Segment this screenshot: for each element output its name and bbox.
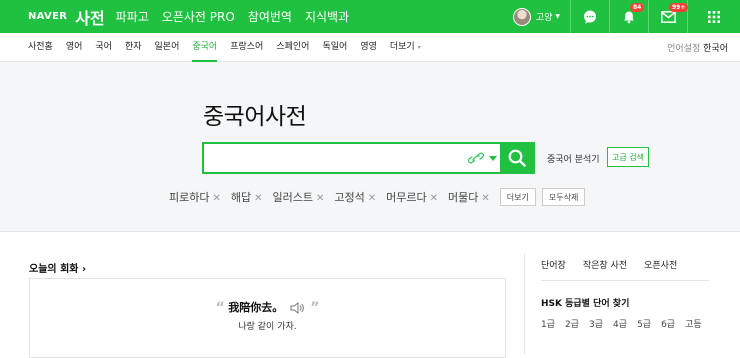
menu-knowledge-encyclopedia[interactable]: 지식백과: [305, 8, 349, 25]
chevron-down-icon: ▼: [555, 13, 560, 20]
language-setting[interactable]: 언어설정 한국어: [667, 41, 728, 54]
nav-german[interactable]: 독일어: [322, 33, 347, 62]
recent-search-item[interactable]: 머물다 ✕: [448, 189, 490, 205]
language-setting-label: 언어설정: [667, 43, 701, 54]
mail-button[interactable]: 99+: [649, 0, 689, 33]
service-menu: 파파고 오픈사전 PRO 참여번역 지식백과: [116, 8, 362, 25]
today-conversation-card: “ 我陪你去。 ” 나랑 같이 가자.: [29, 278, 506, 358]
search-area: 중국어사전 중국어 분석기 고급 검색 피로하다 ✕ 해답 ✕ 일러스트 ✕ 고정석: [0, 62, 740, 232]
mail-icon: [660, 10, 676, 23]
tab-mini-dictionary[interactable]: 작은창 사전: [583, 258, 627, 271]
mail-count-badge: 99+: [669, 3, 689, 12]
menu-open-dict-pro[interactable]: 오픈사전 PRO: [162, 8, 235, 25]
link-icon: [468, 152, 484, 164]
notification-count-badge: 84: [630, 3, 645, 12]
nav-english-english[interactable]: 영영: [360, 33, 377, 62]
divider: [524, 254, 525, 354]
close-icon[interactable]: ✕: [254, 193, 262, 204]
avatar: [512, 7, 531, 26]
close-icon[interactable]: ✕: [368, 193, 376, 204]
caret-down-icon: [489, 155, 497, 161]
chinese-analyzer-link[interactable]: 중국어 분석기: [547, 152, 600, 165]
speaker-icon[interactable]: [290, 302, 304, 314]
hsk-level-link[interactable]: 3급: [589, 317, 603, 330]
recent-search-item[interactable]: 일러스트 ✕: [273, 189, 325, 205]
conversation-chinese-line: “ 我陪你去。 ”: [30, 299, 505, 316]
top-right-tools: 고양 ▼ 84 99+: [512, 0, 740, 33]
chevron-right-icon: ›: [81, 264, 87, 275]
nav-english[interactable]: 영어: [66, 33, 83, 62]
recent-search-item[interactable]: 해답 ✕: [231, 189, 263, 205]
conversation-korean: 나랑 같이 가자.: [238, 322, 297, 332]
apps-grid-icon: [708, 10, 720, 23]
nav-spanish[interactable]: 스페인어: [276, 33, 309, 62]
recent-search-item[interactable]: 머무르다 ✕: [386, 189, 438, 205]
hsk-level-link[interactable]: 1급: [541, 317, 555, 330]
advanced-search-button[interactable]: 고급 검색: [607, 147, 649, 167]
tab-wordbook[interactable]: 단어장: [541, 258, 566, 271]
hsk-level-link[interactable]: 2급: [565, 317, 579, 330]
hsk-level-link[interactable]: 고등: [685, 317, 702, 330]
recent-search-item[interactable]: 피로하다 ✕: [169, 189, 221, 205]
nav-korean[interactable]: 국어: [95, 33, 112, 62]
nav-japanese[interactable]: 일본어: [155, 33, 180, 62]
close-icon[interactable]: ✕: [316, 193, 324, 204]
chevron-down-icon: ▾: [417, 43, 421, 51]
notification-button[interactable]: 84: [610, 0, 648, 33]
nav-french[interactable]: 프랑스어: [230, 33, 263, 62]
user-name: 고양: [535, 13, 553, 23]
dictionary-home-link[interactable]: 사전: [75, 5, 104, 29]
conversation-chinese: 我陪你去。: [228, 301, 284, 314]
page-title: 중국어사전: [203, 104, 307, 130]
recent-search-item[interactable]: 고정석 ✕: [334, 189, 376, 205]
nav-hanja[interactable]: 한자: [125, 33, 142, 62]
recent-searches: 피로하다 ✕ 해답 ✕ 일러스트 ✕ 고정석 ✕ 머무르다 ✕ 머물다 ✕ 더보기 모두삭제: [169, 187, 591, 207]
hsk-level-link[interactable]: 4급: [613, 317, 627, 330]
open-quote-icon: “: [215, 300, 225, 316]
main-content: 오늘의 회화 › “ 我陪你去。 ” 나랑 같이 가자. 단어장 작은창 사전 …: [0, 232, 740, 358]
search-option-dropdown[interactable]: [486, 144, 500, 172]
close-icon[interactable]: ✕: [430, 193, 438, 204]
user-menu[interactable]: 고양 ▼: [512, 7, 560, 26]
nav-dict-home[interactable]: 사전홈: [28, 33, 53, 62]
search-button[interactable]: [500, 144, 533, 172]
menu-participation-translation[interactable]: 참여번역: [248, 8, 292, 25]
search-icon: [508, 149, 526, 167]
menu-papago[interactable]: 파파고: [116, 8, 149, 25]
tab-open-dictionary[interactable]: 오픈사전: [644, 258, 677, 271]
delete-all-button[interactable]: 모두삭제: [541, 188, 586, 206]
language-setting-value: 한국어: [703, 43, 728, 54]
handwriting-input-button[interactable]: [466, 144, 486, 172]
hsk-level-link[interactable]: 6급: [661, 317, 675, 330]
close-icon[interactable]: ✕: [481, 193, 489, 204]
apps-menu-button[interactable]: [688, 0, 740, 33]
top-bar: NAVER 사전 파파고 오픈사전 PRO 참여번역 지식백과 고양 ▼ 84 …: [0, 0, 740, 33]
close-icon[interactable]: ✕: [212, 193, 220, 204]
chat-button[interactable]: [571, 0, 609, 33]
divider: [541, 280, 709, 281]
hsk-section-title: HSK 등급별 단어 찾기: [541, 299, 630, 309]
close-quote-icon: ”: [310, 300, 320, 316]
nav-chinese[interactable]: 중국어: [192, 33, 217, 62]
search-box: [202, 142, 535, 174]
dictionary-nav: 사전홈 영어 국어 한자 일본어 중국어 프랑스어 스페인어 독일어 영영 더보…: [0, 33, 740, 62]
nav-more[interactable]: 더보기 ▾: [390, 33, 421, 62]
sidebar-tabs: 단어장 작은창 사전 오픈사전: [541, 258, 694, 271]
naver-logo[interactable]: NAVER: [28, 11, 67, 22]
search-input[interactable]: [204, 144, 466, 172]
chat-icon: [584, 10, 596, 23]
hsk-level-list: 1급 2급 3급 4급 5급 6급 고등: [541, 317, 716, 335]
hsk-level-link[interactable]: 5급: [637, 317, 651, 330]
today-conversation-title[interactable]: 오늘의 회화 ›: [29, 260, 86, 275]
recent-more-button[interactable]: 더보기: [499, 188, 536, 206]
